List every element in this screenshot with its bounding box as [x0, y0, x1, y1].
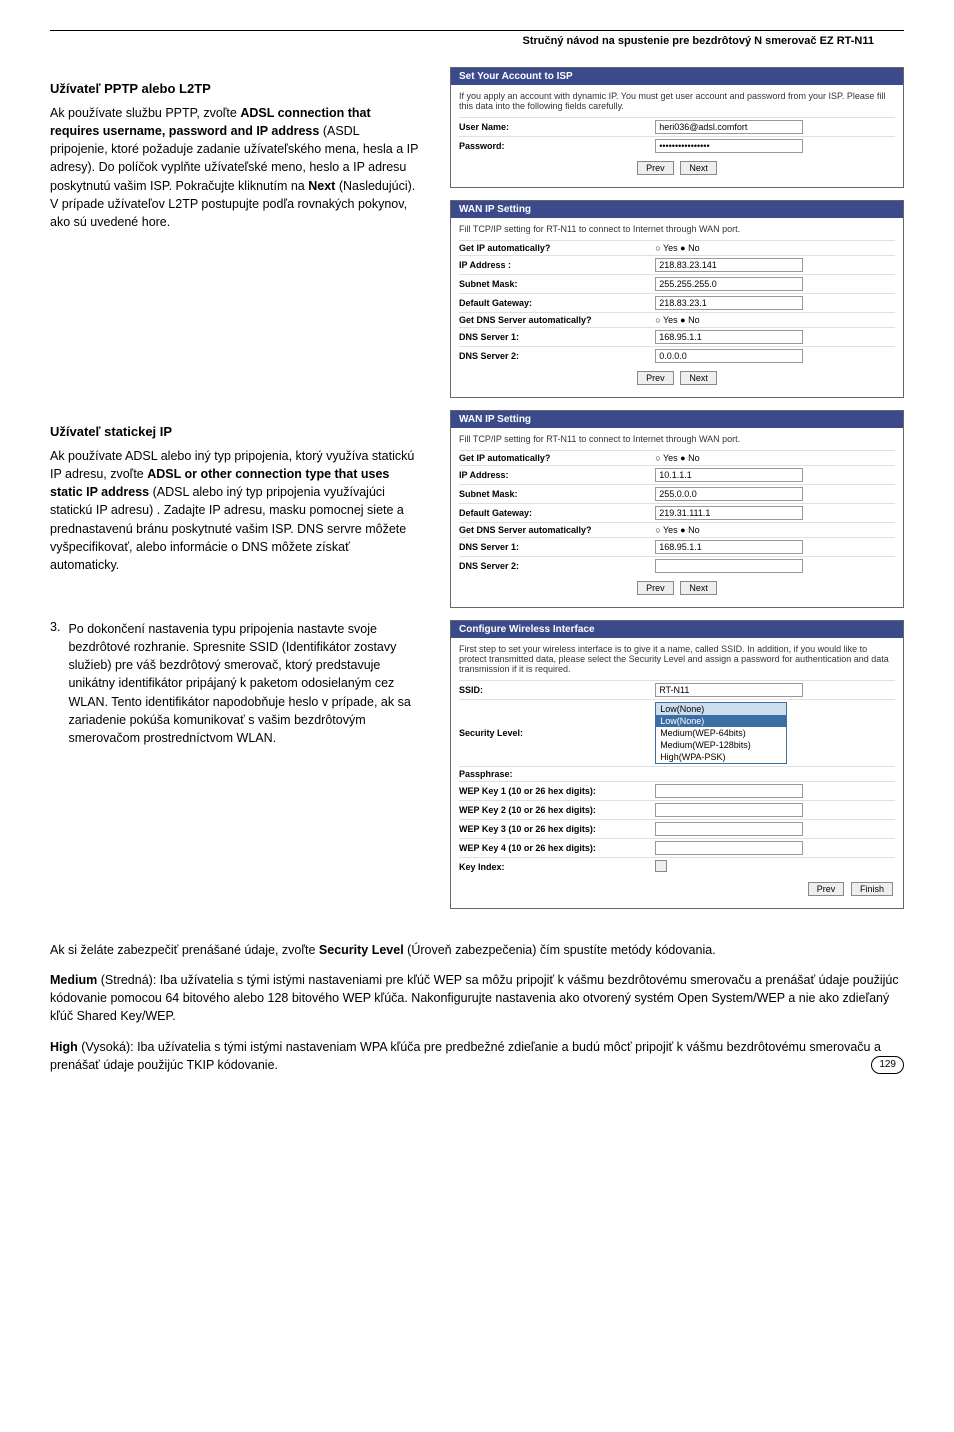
wan1-desc: Fill TCP/IP setting for RT-N11 to connec… — [459, 224, 895, 234]
l: WEP Key 3 (10 or 26 hex digits): — [459, 824, 655, 834]
wan2-panel: WAN IP Setting Fill TCP/IP setting for R… — [450, 410, 904, 608]
doc-header: Stručný návod na spustenie pre bezdrôtov… — [50, 35, 904, 47]
dd-selected: Low(None) — [656, 703, 786, 715]
l: WEP Key 1 (10 or 26 hex digits): — [459, 786, 655, 796]
page-number: 129 — [871, 1056, 904, 1075]
l: Security Level: — [459, 728, 655, 738]
password-input[interactable] — [655, 139, 803, 153]
l: IP Address : — [459, 260, 655, 270]
t: Ak používate službu PPTP, zvoľte — [50, 106, 240, 120]
wifi-title: Configure Wireless Interface — [451, 621, 903, 638]
isp-panel-title: Set Your Account to ISP — [451, 68, 903, 85]
pptp-para: Ak používate službu PPTP, zvoľte ADSL co… — [50, 104, 420, 231]
t: (Úroveň zabezpečenia) čím spustíte metód… — [407, 943, 716, 957]
static-para: Ak používate ADSL alebo iný typ pripojen… — [50, 447, 420, 574]
prev-button[interactable]: Prev — [808, 882, 845, 896]
t: High — [50, 1040, 78, 1054]
l: Subnet Mask: — [459, 279, 655, 289]
wifi-panel: Configure Wireless Interface First step … — [450, 620, 904, 909]
t: (Stredná): Iba užívatelia s tými istými … — [50, 973, 899, 1023]
dd-option[interactable]: Medium(WEP-128bits) — [656, 739, 786, 751]
username-label: User Name: — [459, 122, 655, 132]
radio-group[interactable]: ○ Yes ● No — [655, 243, 895, 253]
l: Default Gateway: — [459, 298, 655, 308]
gw-input[interactable] — [655, 296, 803, 310]
l: DNS Server 1: — [459, 332, 655, 342]
wan2-title: WAN IP Setting — [451, 411, 903, 428]
l: IP Address: — [459, 470, 655, 480]
l: DNS Server 1: — [459, 542, 655, 552]
static-heading: Užívateľ statickej IP — [50, 424, 420, 439]
ip-input[interactable] — [655, 258, 803, 272]
key-index-box[interactable] — [655, 860, 667, 872]
next-button[interactable]: Next — [680, 581, 717, 595]
pptp-heading: Užívateľ PPTP alebo L2TP — [50, 81, 420, 96]
bottom-p1: Ak si želáte zabezpečiť prenášané údaje,… — [50, 941, 904, 959]
radio-group[interactable]: ○ Yes ● No — [655, 453, 895, 463]
wan1-title: WAN IP Setting — [451, 201, 903, 218]
radio-group[interactable]: ○ Yes ● No — [655, 525, 895, 535]
dns1-input[interactable] — [655, 540, 803, 554]
wan2-desc: Fill TCP/IP setting for RT-N11 to connec… — [459, 434, 895, 444]
isp-desc: If you apply an account with dynamic IP.… — [459, 91, 895, 111]
mask-input[interactable] — [655, 277, 803, 291]
t: Next — [308, 179, 335, 193]
l: WEP Key 2 (10 or 26 hex digits): — [459, 805, 655, 815]
prev-button[interactable]: Prev — [637, 371, 674, 385]
bottom-p3: High (Vysoká): Iba užívatelia s tými ist… — [50, 1038, 904, 1074]
prev-button[interactable]: Prev — [637, 161, 674, 175]
username-input[interactable] — [655, 120, 803, 134]
step3-text: Po dokončení nastavenia typu pripojenia … — [68, 620, 420, 747]
mask-input[interactable] — [655, 487, 803, 501]
l: Default Gateway: — [459, 508, 655, 518]
ssid-input[interactable] — [655, 683, 803, 697]
bottom-p2: Medium (Stredná): Iba užívatelia s tými … — [50, 971, 904, 1025]
dns2-input[interactable] — [655, 349, 803, 363]
l: DNS Server 2: — [459, 561, 655, 571]
next-button[interactable]: Next — [680, 371, 717, 385]
l: SSID: — [459, 685, 655, 695]
prev-button[interactable]: Prev — [637, 581, 674, 595]
radio-group[interactable]: ○ Yes ● No — [655, 315, 895, 325]
dd-option[interactable]: High(WPA-PSK) — [656, 751, 786, 763]
l: Passphrase: — [459, 769, 655, 779]
l: Get DNS Server automatically? — [459, 315, 655, 325]
security-dropdown[interactable]: Low(None) Low(None) Medium(WEP-64bits) M… — [655, 702, 787, 764]
l: Get DNS Server automatically? — [459, 525, 655, 535]
l: DNS Server 2: — [459, 351, 655, 361]
l: Get IP automatically? — [459, 453, 655, 463]
wep4-input[interactable] — [655, 841, 803, 855]
wifi-desc: First step to set your wireless interfac… — [459, 644, 895, 674]
password-label: Password: — [459, 141, 655, 151]
wep1-input[interactable] — [655, 784, 803, 798]
dns2-input[interactable] — [655, 559, 803, 573]
l: WEP Key 4 (10 or 26 hex digits): — [459, 843, 655, 853]
wep2-input[interactable] — [655, 803, 803, 817]
finish-button[interactable]: Finish — [851, 882, 893, 896]
t: Security Level — [319, 943, 404, 957]
step-number: 3. — [50, 620, 60, 747]
l: Get IP automatically? — [459, 243, 655, 253]
gw-input[interactable] — [655, 506, 803, 520]
isp-panel: Set Your Account to ISP If you apply an … — [450, 67, 904, 188]
t: (Vysoká): Iba užívatelia s tými istými n… — [50, 1040, 881, 1072]
ip-input[interactable] — [655, 468, 803, 482]
next-button[interactable]: Next — [680, 161, 717, 175]
dd-option[interactable]: Low(None) — [656, 715, 786, 727]
l: Subnet Mask: — [459, 489, 655, 499]
wep3-input[interactable] — [655, 822, 803, 836]
l: Key Index: — [459, 862, 655, 872]
t: Ak si želáte zabezpečiť prenášané údaje,… — [50, 943, 319, 957]
t: Medium — [50, 973, 97, 987]
wan1-panel: WAN IP Setting Fill TCP/IP setting for R… — [450, 200, 904, 398]
dns1-input[interactable] — [655, 330, 803, 344]
dd-option[interactable]: Medium(WEP-64bits) — [656, 727, 786, 739]
header-rule — [50, 30, 904, 31]
